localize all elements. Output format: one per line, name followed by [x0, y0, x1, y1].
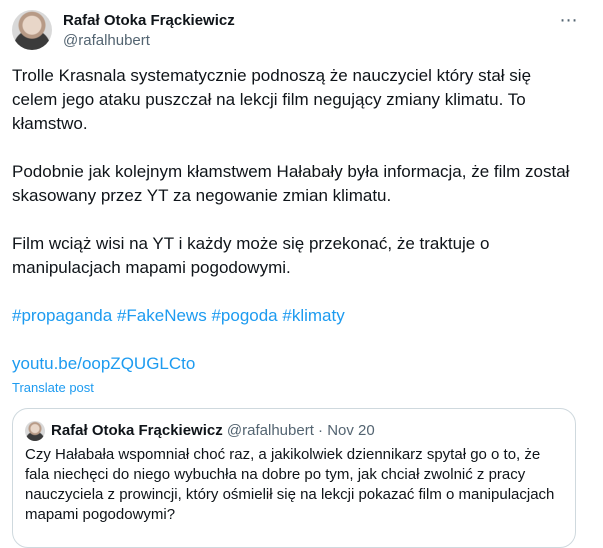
quoted-author-handle[interactable]: @rafalhubert [227, 422, 314, 439]
avatar[interactable] [12, 10, 52, 50]
author-handle[interactable]: @rafalhubert [63, 31, 150, 51]
more-options-button[interactable]: ⋯ [558, 9, 580, 31]
author-name[interactable]: Rafał Otoka Frąckiewicz [63, 11, 235, 31]
tweet-paragraph: Film wciąż wisi na YT i każdy może się p… [12, 234, 490, 277]
hashtag-link[interactable]: #pogoda [211, 306, 277, 325]
tweet-paragraph: Podobnie jak kolejnym kłamstwem Hałabały… [12, 162, 570, 205]
hashtag-link[interactable]: #klimaty [282, 306, 344, 325]
quoted-separator: · [318, 422, 324, 439]
hashtag-list: #propaganda #FakeNews #pogoda #klimaty [12, 304, 572, 328]
tweet-paragraph: Trolle Krasnala systematycznie podnoszą … [12, 66, 532, 133]
quoted-author-name[interactable]: Rafał Otoka Frąckiewicz [51, 422, 223, 439]
hashtag-link[interactable]: #propaganda [12, 306, 112, 325]
quoted-tweet[interactable]: Rafał Otoka Frąckiewicz @rafalhubert · N… [12, 408, 576, 548]
quoted-avatar[interactable] [25, 421, 45, 441]
translate-post-link[interactable]: Translate post [12, 380, 94, 396]
quoted-date[interactable]: Nov 20 [327, 422, 375, 439]
quoted-header: Rafał Otoka Frąckiewicz @rafalhubert · N… [51, 421, 375, 441]
youtube-link[interactable]: youtu.be/oopZQUGLCto [12, 352, 572, 376]
quoted-text: Czy Hałabała wspomniał choć raz, a jakik… [25, 446, 555, 523]
hashtag-link[interactable]: #FakeNews [117, 306, 207, 325]
tweet-text: Trolle Krasnala systematycznie podnoszą … [12, 64, 572, 376]
more-icon: ⋯ [559, 9, 579, 30]
